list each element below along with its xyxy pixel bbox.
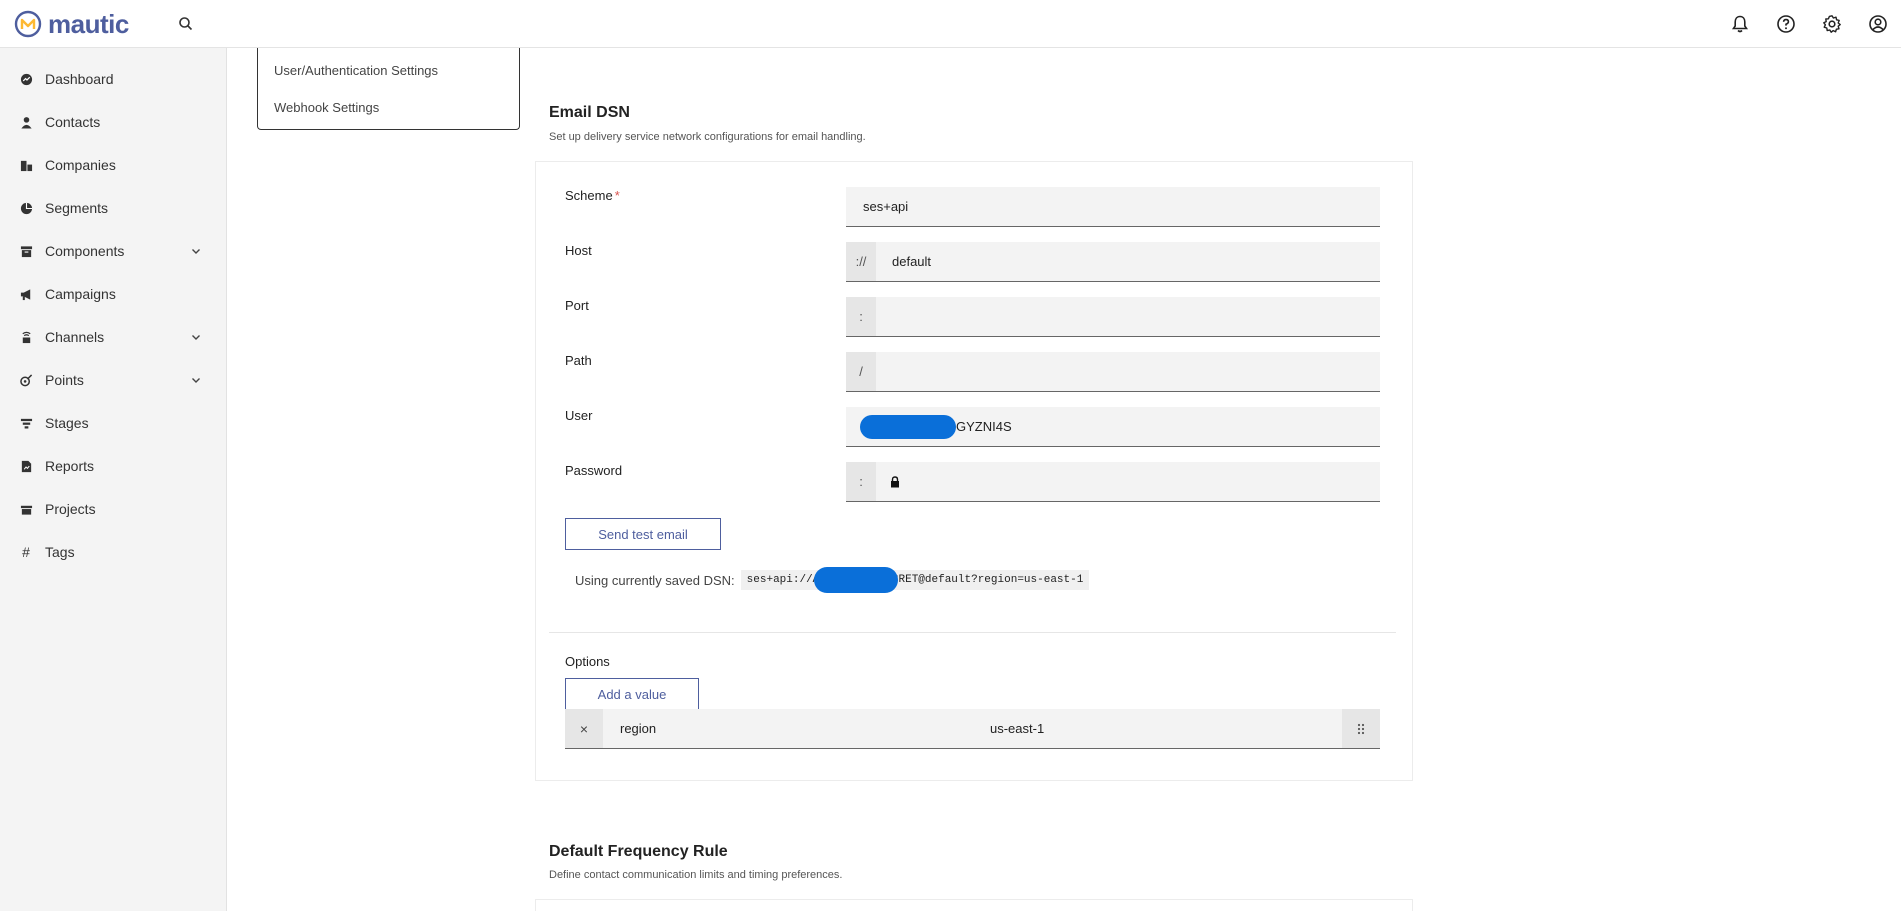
add-a-value-button[interactable]: Add a value <box>565 678 699 710</box>
remove-option-button[interactable]: × <box>565 709 603 748</box>
top-bar: mautic <box>0 0 1901 48</box>
redaction-mark <box>860 415 956 439</box>
path-prefix: / <box>846 352 876 391</box>
options-label: Options <box>565 654 610 669</box>
sidebar-item-label: Tags <box>45 544 75 560</box>
sidebar-item-tags[interactable]: # Tags <box>0 532 227 572</box>
box-icon <box>19 244 33 258</box>
report-icon <box>19 459 33 473</box>
sidebar-item-label: Projects <box>45 501 96 517</box>
password-label: Password <box>565 463 623 478</box>
password-input[interactable]: : <box>846 462 1380 502</box>
section-desc-frequency: Define contact communication limits and … <box>549 869 843 881</box>
option-value[interactable]: us-east-1 <box>990 721 1044 736</box>
settings-link-webhook[interactable]: Webhook Settings <box>274 100 379 115</box>
sidebar-item-label: Contacts <box>45 114 101 130</box>
sidebar-item-dashboard[interactable]: Dashboard <box>0 59 227 99</box>
sidebar-item-companies[interactable]: Companies <box>0 145 227 185</box>
sidebar-item-label: Stages <box>45 415 89 431</box>
frequency-panel <box>535 899 1413 911</box>
sidebar-item-reports[interactable]: Reports <box>0 446 227 486</box>
pie-icon <box>19 201 33 215</box>
sidebar-item-points[interactable]: Points <box>0 360 227 400</box>
send-test-email-button[interactable]: Send test email <box>565 518 721 550</box>
saved-dsn-label: Using currently saved DSN: <box>575 572 735 588</box>
header-actions <box>1717 0 1901 48</box>
redaction-mark <box>814 567 898 593</box>
lock-icon <box>891 475 899 487</box>
search-icon[interactable] <box>176 14 196 34</box>
path-label: Path <box>565 353 592 368</box>
required-mark: * <box>614 188 620 203</box>
path-input[interactable]: / <box>846 352 1380 392</box>
section-title-frequency: Default Frequency Rule <box>549 843 728 860</box>
host-prefix: :// <box>846 242 876 281</box>
chevron-down-icon <box>192 378 200 383</box>
points-icon <box>19 373 33 387</box>
settings-link-user-auth[interactable]: User/Authentication Settings <box>274 63 438 78</box>
port-prefix: : <box>846 297 876 336</box>
sidebar-item-label: Segments <box>45 200 109 216</box>
sidebar-item-label: Channels <box>45 329 105 345</box>
sidebar-item-label: Campaigns <box>45 286 116 302</box>
divider <box>549 632 1396 633</box>
gear-icon[interactable] <box>1809 1 1855 47</box>
megaphone-icon <box>19 287 33 301</box>
sidebar: Dashboard Contacts Companies Segments Co… <box>0 48 227 911</box>
scheme-label: Scheme * <box>565 188 620 203</box>
help-icon[interactable] <box>1763 1 1809 47</box>
host-input[interactable]: :// default <box>846 242 1380 282</box>
sidebar-item-components[interactable]: Components <box>0 231 227 271</box>
sidebar-item-label: Companies <box>45 157 116 173</box>
section-title-email-dsn: Email DSN <box>549 104 630 121</box>
sidebar-item-projects[interactable]: Projects <box>0 489 227 529</box>
sidebar-item-segments[interactable]: Segments <box>0 188 227 228</box>
sidebar-item-label: Components <box>45 243 125 259</box>
sidebar-item-label: Dashboard <box>45 71 114 87</box>
host-label: Host <box>565 243 592 258</box>
option-row: × region us-east-1 <box>565 709 1380 749</box>
option-key[interactable]: region <box>620 721 656 736</box>
host-value: default <box>892 254 932 269</box>
brand[interactable]: mautic <box>14 10 129 38</box>
brand-name: mautic <box>48 9 129 39</box>
sidebar-item-channels[interactable]: Channels <box>0 317 227 357</box>
user-label: User <box>565 408 593 423</box>
port-label: Port <box>565 298 589 313</box>
dashboard-icon <box>19 72 33 86</box>
saved-dsn-value: ses+api://AK YZNI4S:SECRET@default?regio… <box>740 570 1090 590</box>
password-prefix: : <box>846 462 876 501</box>
sidebar-item-contacts[interactable]: Contacts <box>0 102 227 142</box>
scheme-input[interactable]: ses+api <box>846 187 1380 227</box>
sidebar-item-stages[interactable]: Stages <box>0 403 227 443</box>
bell-icon[interactable] <box>1717 1 1763 47</box>
broadcast-icon <box>19 330 33 344</box>
port-input[interactable]: : <box>846 297 1380 337</box>
sidebar-item-label: Points <box>45 372 84 388</box>
chevron-down-icon <box>192 335 200 340</box>
user-circle-icon[interactable] <box>1855 1 1901 47</box>
mautic-logo-icon <box>14 10 42 38</box>
chevron-down-icon <box>192 249 200 254</box>
building-icon <box>19 158 33 172</box>
person-icon <box>19 115 33 129</box>
sidebar-item-label: Reports <box>45 458 95 474</box>
folder-icon <box>19 502 33 516</box>
hash-icon: # <box>22 544 30 560</box>
drag-handle-icon[interactable] <box>1342 709 1380 748</box>
section-desc-email-dsn: Set up delivery service network configur… <box>549 131 866 143</box>
filter-icon <box>19 416 33 430</box>
scheme-value: ses+api <box>863 199 909 214</box>
sidebar-item-campaigns[interactable]: Campaigns <box>0 274 227 314</box>
